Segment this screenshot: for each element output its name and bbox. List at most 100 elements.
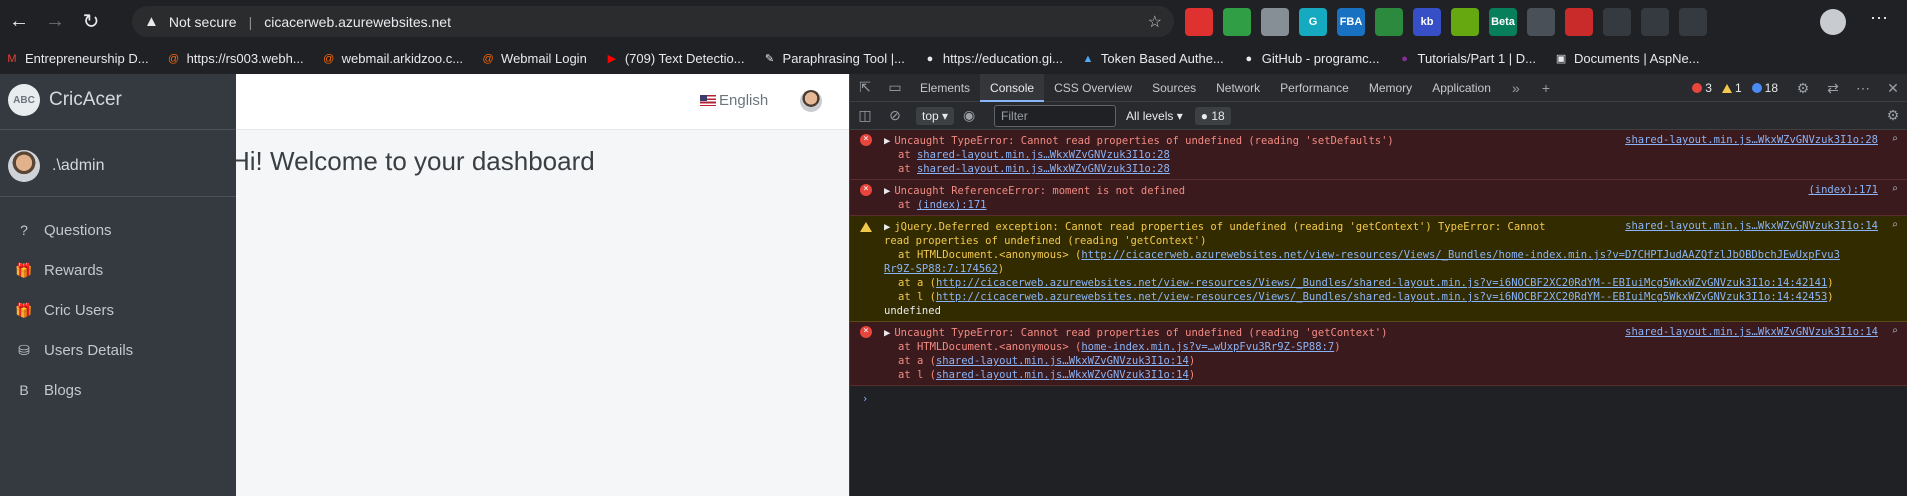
- context-selector[interactable]: top ▾: [916, 106, 955, 125]
- warning-count-badge[interactable]: 1: [1721, 81, 1742, 95]
- inspect-element-icon[interactable]: ⇱: [850, 79, 880, 96]
- stack-link[interactable]: shared-layout.min.js…WkxWZvGNVzuk3I1o:14: [936, 369, 1189, 381]
- dock-side-icon[interactable]: ⇄: [1818, 80, 1848, 97]
- close-icon[interactable]: ✕: [1878, 80, 1907, 97]
- filter-input[interactable]: Filter: [994, 104, 1117, 127]
- extension-icon[interactable]: Beta: [1489, 8, 1517, 36]
- sidebar-toggle-icon[interactable]: ◫: [850, 107, 880, 124]
- bookmark-item[interactable]: ▲ Token Based Authe...: [1080, 51, 1223, 66]
- more-options-icon[interactable]: ⋯: [1848, 80, 1878, 97]
- tab-css-overview[interactable]: CSS Overview: [1044, 74, 1142, 102]
- messages-badge[interactable]: ● 18: [1194, 106, 1231, 125]
- console-error-entry[interactable]: × shared-layout.min.js…WkxWZvGNVzuk3I1o:2…: [850, 130, 1907, 180]
- grammarly-icon[interactable]: G: [1299, 8, 1327, 36]
- bookmark-item[interactable]: ● Tutorials/Part 1 | D...: [1397, 51, 1536, 66]
- add-favorite-icon[interactable]: ☆: [1148, 12, 1162, 32]
- stack-link[interactable]: http://cicacerweb.azurewebsites.net/view…: [1081, 249, 1840, 261]
- collections-icon[interactable]: [1679, 8, 1707, 36]
- more-tabs-icon[interactable]: »: [1501, 80, 1531, 96]
- console-error-entry[interactable]: × shared-layout.min.js…WkxWZvGNVzuk3I1o:1…: [850, 322, 1907, 386]
- tab-console[interactable]: Console: [980, 73, 1045, 102]
- bookmark-item[interactable]: ● GitHub - programc...: [1241, 51, 1379, 66]
- message-count-badge[interactable]: 18: [1751, 81, 1778, 95]
- bookmark-item[interactable]: M Entrepreneurship D...: [4, 51, 148, 66]
- tab-performance[interactable]: Performance: [1270, 74, 1359, 102]
- stack-prefix: at l (: [898, 291, 936, 303]
- search-icon[interactable]: ⌕: [1892, 183, 1898, 195]
- clear-console-icon[interactable]: ⊘: [880, 107, 910, 124]
- sidebar-item-questions[interactable]: ? Questions: [0, 210, 236, 250]
- console-settings-icon[interactable]: ⚙: [1878, 107, 1907, 124]
- sidebar-item-cric-users[interactable]: 🎁 Cric Users: [0, 290, 236, 330]
- expand-arrow-icon[interactable]: ▶: [884, 135, 890, 147]
- extension-icon[interactable]: [1261, 8, 1289, 36]
- bookmark-item[interactable]: ✎ Paraphrasing Tool |...: [762, 51, 905, 66]
- more-options-icon[interactable]: ⋯: [1870, 8, 1888, 29]
- source-link[interactable]: shared-layout.min.js…WkxWZvGNVzuk3I1o:14: [1625, 220, 1878, 232]
- address-bar[interactable]: ▲ Not secure | cicacerweb.azurewebsites.…: [132, 6, 1174, 37]
- device-toolbar-icon[interactable]: ▭: [880, 79, 910, 96]
- stack-frame: at l (shared-layout.min.js…WkxWZvGNVzuk3…: [884, 368, 1788, 382]
- language-selector[interactable]: English: [700, 92, 768, 109]
- stack-link[interactable]: shared-layout.min.js…WkxWZvGNVzuk3I1o:14: [936, 355, 1189, 367]
- sidebar-user[interactable]: .\admin: [8, 150, 104, 182]
- sidebar-item-rewards[interactable]: 🎁 Rewards: [0, 250, 236, 290]
- console-error-entry[interactable]: × (index):171 ⌕ ▶ Uncaught ReferenceError: m…: [850, 180, 1907, 216]
- bookmark-item[interactable]: ▣ Documents | AspNe...: [1553, 51, 1700, 66]
- log-levels-dropdown[interactable]: All levels ▾: [1126, 109, 1183, 123]
- bookmark-item[interactable]: @ Webmail Login: [480, 51, 586, 66]
- bookmark-item[interactable]: @ webmail.arkidzoo.c...: [321, 51, 463, 66]
- extension-icon[interactable]: FBA: [1337, 8, 1365, 36]
- stack-link[interactable]: shared-layout.min.js…WkxWZvGNVzuk3I1o:28: [917, 163, 1170, 175]
- bookmark-item[interactable]: ▶ (709) Text Detectio...: [604, 51, 745, 66]
- stack-link[interactable]: (index):171: [917, 199, 987, 211]
- tab-network[interactable]: Network: [1206, 74, 1270, 102]
- user-avatar[interactable]: [800, 90, 822, 112]
- extension-icon[interactable]: [1375, 8, 1403, 36]
- pdf-icon[interactable]: [1565, 8, 1593, 36]
- bookmark-item[interactable]: ● https://education.gi...: [922, 51, 1063, 66]
- tab-elements[interactable]: Elements: [910, 74, 980, 102]
- expand-arrow-icon[interactable]: ▶: [884, 327, 890, 339]
- settings-gear-icon[interactable]: ⚙: [1788, 80, 1818, 97]
- search-icon[interactable]: ⌕: [1892, 133, 1898, 145]
- live-expression-eye-icon[interactable]: ◉: [954, 107, 984, 124]
- tab-application[interactable]: Application: [1422, 74, 1501, 102]
- refresh-icon[interactable]: ↻: [74, 5, 108, 39]
- puzzle-icon[interactable]: [1603, 8, 1631, 36]
- search-icon[interactable]: ⌕: [1892, 219, 1898, 231]
- console-warning-entry[interactable]: shared-layout.min.js…WkxWZvGNVzuk3I1o:14…: [850, 216, 1907, 322]
- back-arrow-icon[interactable]: ←: [2, 5, 36, 39]
- source-link[interactable]: shared-layout.min.js…WkxWZvGNVzuk3I1o:28: [1625, 134, 1878, 146]
- expand-arrow-icon[interactable]: ▶: [884, 221, 890, 233]
- brand-link[interactable]: ABC CricAcer: [8, 84, 122, 116]
- forward-arrow-icon[interactable]: →: [38, 5, 72, 39]
- stack-link[interactable]: shared-layout.min.js…WkxWZvGNVzuk3I1o:28: [917, 149, 1170, 161]
- sidebar-item-blogs[interactable]: B Blogs: [0, 370, 236, 410]
- stack-link[interactable]: Rr9Z-SP88:7:174562: [884, 263, 998, 275]
- stack-link[interactable]: http://cicacerweb.azurewebsites.net/view…: [936, 277, 1827, 289]
- add-tab-icon[interactable]: +: [1531, 80, 1561, 96]
- sidebar-item-users-details[interactable]: ⛁ Users Details: [0, 330, 236, 370]
- url-text[interactable]: cicacerweb.azurewebsites.net: [264, 14, 451, 30]
- adblock-icon[interactable]: [1185, 8, 1213, 36]
- source-link[interactable]: shared-layout.min.js…WkxWZvGNVzuk3I1o:14: [1625, 326, 1878, 338]
- extension-icon[interactable]: [1527, 8, 1555, 36]
- stack-link[interactable]: home-index.min.js?v=…wUxpFvu3Rr9Z-SP88:7: [1081, 341, 1334, 353]
- stack-link[interactable]: http://cicacerweb.azurewebsites.net/view…: [936, 291, 1827, 303]
- search-icon[interactable]: ⌕: [1892, 325, 1898, 337]
- security-label[interactable]: Not secure: [169, 14, 237, 30]
- warning-icon[interactable]: ▲: [144, 13, 159, 30]
- bookmark-item[interactable]: @ https://rs003.webh...: [166, 51, 304, 66]
- error-count-badge[interactable]: 3: [1692, 81, 1712, 95]
- extension-icon[interactable]: [1223, 8, 1251, 36]
- favorites-icon[interactable]: [1641, 8, 1669, 36]
- tab-memory[interactable]: Memory: [1359, 74, 1422, 102]
- expand-arrow-icon[interactable]: ▶: [884, 185, 890, 197]
- console-prompt[interactable]: ›: [850, 386, 1907, 412]
- source-link[interactable]: (index):171: [1808, 184, 1878, 196]
- download-icon[interactable]: [1451, 8, 1479, 36]
- tab-sources[interactable]: Sources: [1142, 74, 1206, 102]
- profile-avatar[interactable]: [1820, 9, 1846, 35]
- extension-icon[interactable]: kb: [1413, 8, 1441, 36]
